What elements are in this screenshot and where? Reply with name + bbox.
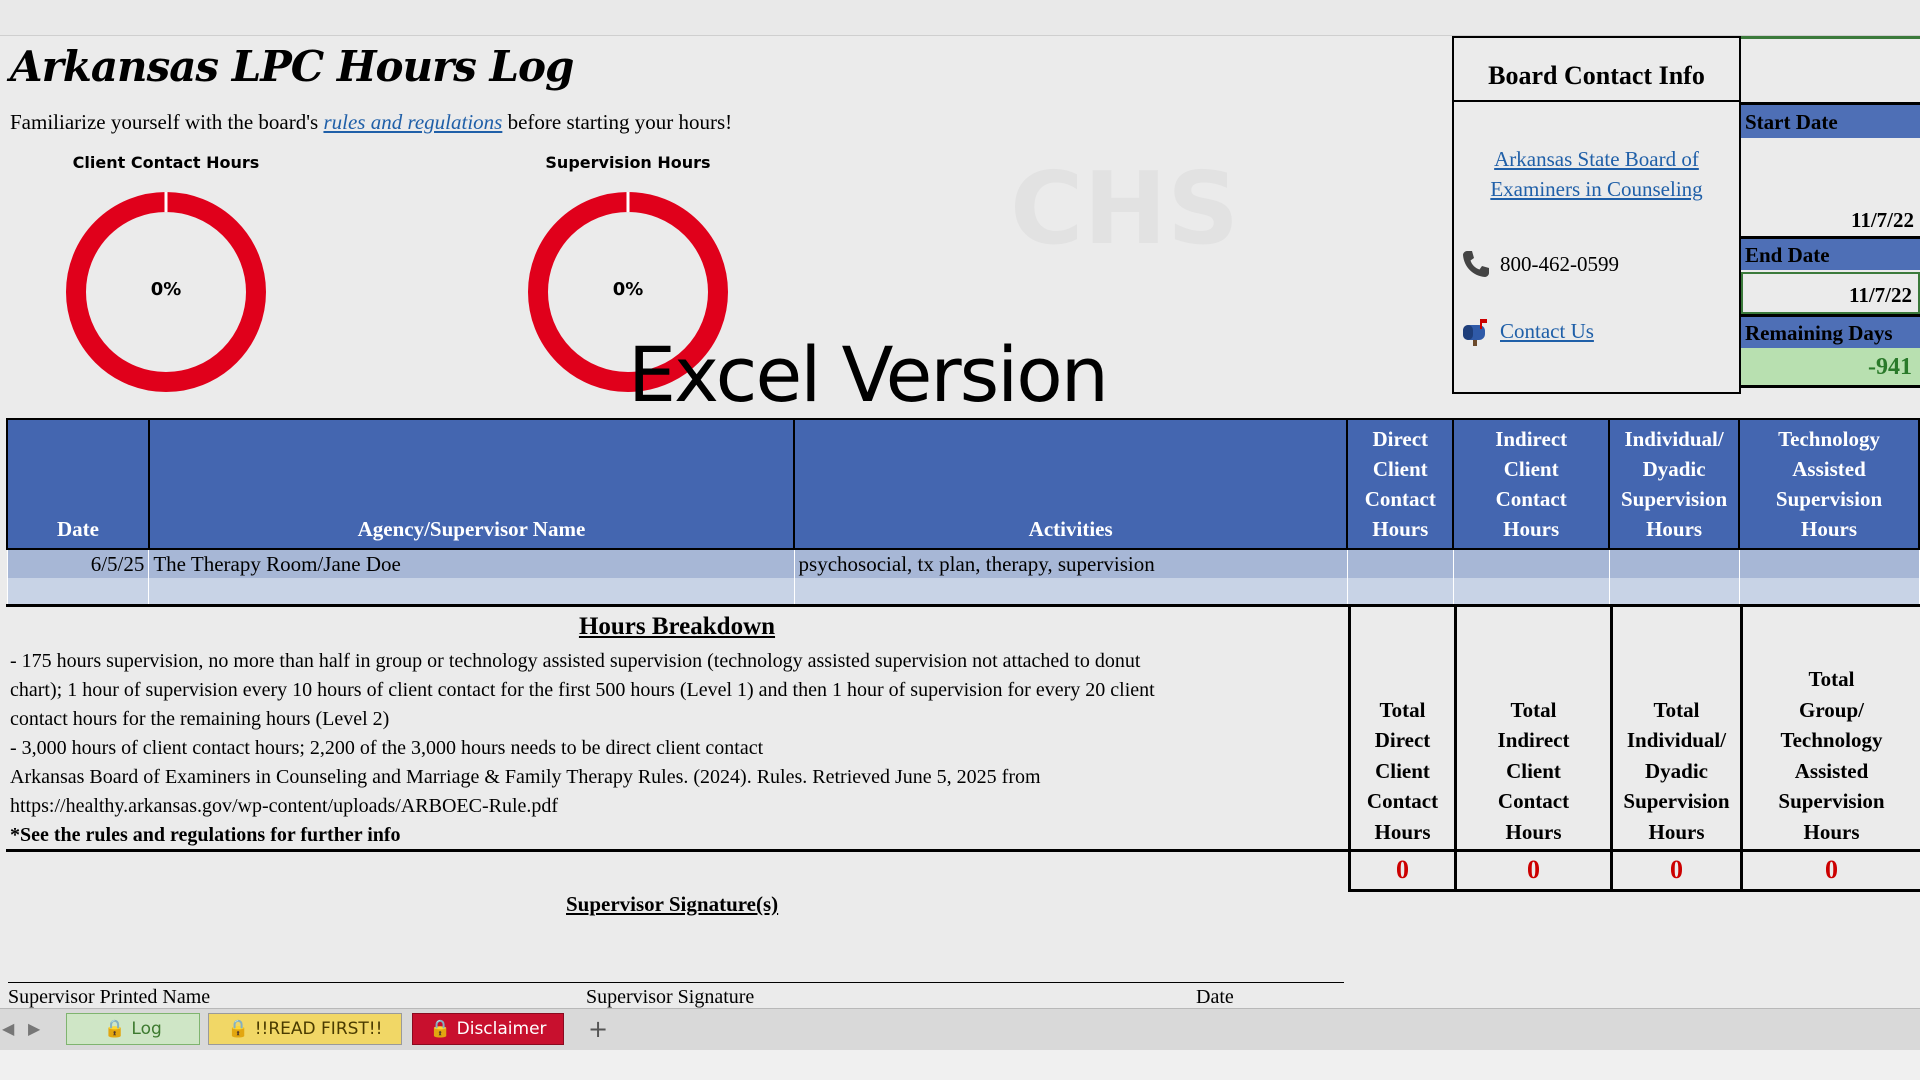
cell-direct[interactable] <box>1346 578 1454 607</box>
header-individual-hours: Individual/Dyadic Supervision Hours <box>1608 418 1741 550</box>
tab-scroll-right-icon[interactable]: ▶ <box>28 1019 40 1038</box>
table-row: 6/5/25 The Therapy Room/Jane Doe psychos… <box>6 549 1920 578</box>
contact-us-label: Contact Us <box>1500 318 1594 343</box>
rules-link[interactable]: rules and regulations <box>323 110 502 134</box>
cell-technology[interactable] <box>1738 549 1920 578</box>
signature-line <box>8 982 1344 983</box>
board-contact-box: Board Contact Info Arkansas State Board … <box>1452 36 1741 394</box>
signature-label: Supervisor Signature <box>586 986 755 1008</box>
table-row <box>6 578 1920 607</box>
excel-version-overlay: Excel Version <box>628 330 1109 419</box>
supervision-donut-percent: 0% <box>612 279 644 300</box>
board-link-line2: Examiners in Counseling <box>1490 177 1703 201</box>
client-donut-percent: 0% <box>150 279 182 300</box>
status-area <box>0 1050 1920 1080</box>
breakdown-line: - 175 hours supervision, no more than ha… <box>10 650 1141 672</box>
page-title: Arkansas LPC Hours Log <box>10 42 574 91</box>
cell-activities[interactable]: psychosocial, tx plan, therapy, supervis… <box>793 549 1348 578</box>
breakdown-line: contact hours for the remaining hours (L… <box>10 708 390 730</box>
start-date-label: Start Date <box>1741 102 1920 138</box>
lock-icon: 🔒 <box>429 1019 451 1039</box>
date-panel-header <box>1741 36 1920 102</box>
logo-watermark: CHS <box>1010 150 1239 267</box>
header-agency: Agency/Supervisor Name <box>147 418 796 550</box>
tab-disclaimer-label: Disclaimer <box>456 1019 547 1039</box>
remaining-days-value: -941 <box>1741 348 1920 388</box>
header-indirect-hours: Indirect Client Contact Hours <box>1452 418 1611 550</box>
total-technology-value: 0 <box>1740 852 1920 892</box>
intro-text: Familiarize yourself with the board's ru… <box>10 110 732 135</box>
total-technology-label: Total Group/Technology Assisted Supervision… <box>1740 604 1920 852</box>
intro-prefix: Familiarize yourself with the board's <box>10 110 324 134</box>
cell-agency[interactable] <box>148 578 795 607</box>
cell-indirect[interactable] <box>1452 549 1610 578</box>
total-individual-value: 0 <box>1610 852 1740 892</box>
header-date: Date <box>6 418 150 550</box>
board-link[interactable]: Arkansas State Board of Examiners in Cou… <box>1454 144 1739 204</box>
hours-log-table: Date Agency/Supervisor Name Activities D… <box>6 418 1920 607</box>
cell-date[interactable]: 6/5/25 <box>6 549 150 578</box>
donut-title-supervision: Supervision Hours <box>545 153 711 172</box>
total-individual-label: Total Individual/Dyadic Supervision Hours <box>1610 604 1740 852</box>
tab-log[interactable]: 🔒 Log <box>66 1013 200 1045</box>
header-technology-hours: Technology Assisted Supervision Hours <box>1738 418 1920 550</box>
phone-number: 800-462-0599 <box>1500 251 1619 276</box>
add-sheet-button[interactable]: + <box>574 1013 622 1045</box>
phone-row: 800-462-0599 <box>1460 248 1619 280</box>
breakdown-line: chart); 1 hour of supervision every 10 h… <box>10 679 1155 701</box>
total-indirect-label: Total Indirect Client Contact Hours <box>1454 604 1610 852</box>
total-direct-value: 0 <box>1348 852 1454 892</box>
cell-individual[interactable] <box>1608 578 1740 607</box>
printed-name-label: Supervisor Printed Name <box>8 986 211 1008</box>
signature-title: Supervisor Signature(s) <box>566 892 779 916</box>
tab-log-label: Log <box>131 1019 162 1039</box>
window-top-strip <box>0 0 1920 36</box>
log-header-row: Date Agency/Supervisor Name Activities D… <box>6 418 1920 550</box>
lock-icon: 🔒 <box>104 1019 126 1039</box>
remaining-days-label: Remaining Days <box>1741 314 1920 348</box>
sheet-tab-bar: ◀ ▶ 🔒 Log 🔒 !!READ FIRST!! 🔒 Disclaimer + <box>0 1008 1920 1050</box>
intro-suffix: before starting your hours! <box>502 110 733 134</box>
breakdown-title: Hours Breakdown <box>578 613 776 640</box>
cell-technology[interactable] <box>1738 578 1920 607</box>
board-link-line1: Arkansas State Board of <box>1494 147 1699 171</box>
cell-date[interactable] <box>6 578 150 607</box>
end-date-value[interactable]: 11/7/22 <box>1741 272 1920 314</box>
tab-disclaimer[interactable]: 🔒 Disclaimer <box>412 1013 564 1045</box>
signature-date-label: Date <box>1196 986 1234 1008</box>
tab-read-first-label: !!READ FIRST!! <box>254 1019 383 1039</box>
cell-activities[interactable] <box>793 578 1348 607</box>
contact-us-link[interactable]: Contact Us <box>1460 316 1594 346</box>
tab-scroll-left-icon[interactable]: ◀ <box>2 1019 14 1038</box>
header-activities: Activities <box>793 418 1349 550</box>
breakdown-line: Arkansas Board of Examiners in Counselin… <box>10 766 1041 788</box>
donut-title-client: Client Contact Hours <box>72 153 260 172</box>
cell-agency[interactable]: The Therapy Room/Jane Doe <box>148 549 795 578</box>
mailbox-icon <box>1463 319 1487 346</box>
end-date-label: End Date <box>1741 236 1920 270</box>
cell-individual[interactable] <box>1608 549 1740 578</box>
breakdown-line: - 3,000 hours of client contact hours; 2… <box>10 737 764 759</box>
phone-icon <box>1463 251 1489 277</box>
cell-indirect[interactable] <box>1452 578 1610 607</box>
breakdown-text: - 175 hours supervision, no more than ha… <box>10 647 1340 850</box>
total-indirect-value: 0 <box>1454 852 1610 892</box>
breakdown-note: *See the rules and regulations for furth… <box>10 824 401 846</box>
total-direct-label: Total Direct Client Contact Hours <box>1348 604 1454 852</box>
header-direct-hours: Direct Client Contact Hours <box>1346 418 1455 550</box>
start-date-value[interactable]: 11/7/22 <box>1741 138 1920 236</box>
lock-icon: 🔒 <box>227 1019 249 1039</box>
hours-breakdown: Hours Breakdown - 175 hours supervision,… <box>6 604 1348 852</box>
board-contact-title: Board Contact Info <box>1454 38 1739 102</box>
breakdown-line: https://healthy.arkansas.gov/wp-content/… <box>10 795 559 817</box>
tab-read-first[interactable]: 🔒 !!READ FIRST!! <box>208 1013 402 1045</box>
cell-direct[interactable] <box>1346 549 1454 578</box>
